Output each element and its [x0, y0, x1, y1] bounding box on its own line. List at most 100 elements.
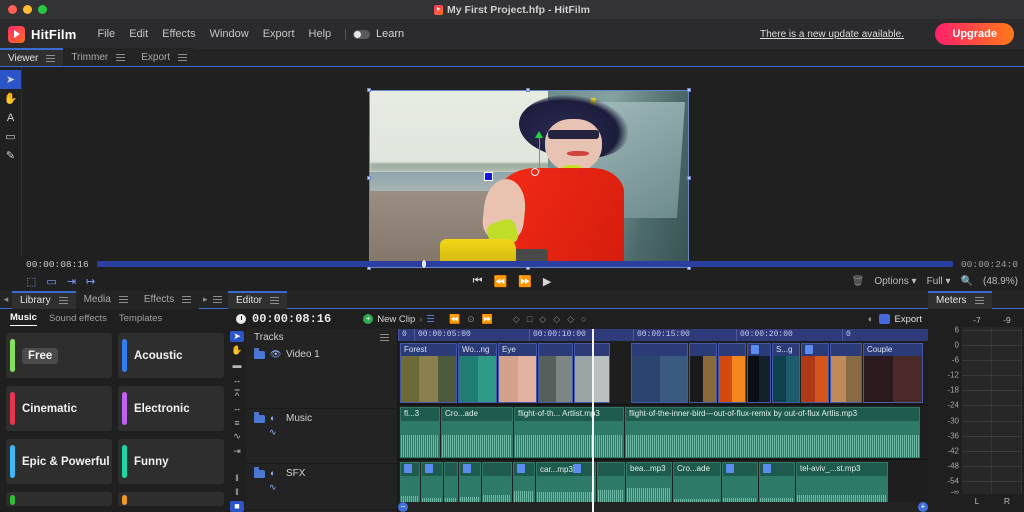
previous-edit-icon[interactable]: ⏪: [449, 314, 460, 325]
video-frame[interactable]: [367, 88, 691, 270]
resize-handle-middle-right[interactable]: [687, 176, 691, 180]
export-icon[interactable]: [878, 314, 890, 324]
tracks-menu-icon[interactable]: [380, 332, 389, 343]
panel-menu-icon[interactable]: [46, 53, 56, 64]
mixer-tool[interactable]: ‖: [230, 472, 244, 483]
menu-item-export[interactable]: Export: [256, 28, 302, 40]
update-available-link[interactable]: There is a new update available.: [760, 29, 904, 40]
audio-clip[interactable]: flight-of-th... Artlist.mp3: [514, 407, 624, 458]
library-card-epic-powerful[interactable]: Epic & Powerful: [6, 439, 112, 484]
export-label[interactable]: Export: [895, 314, 922, 325]
panel-menu-icon[interactable]: [178, 52, 188, 63]
video-clip[interactable]: [538, 343, 573, 403]
tab-library[interactable]: Library: [12, 290, 76, 309]
folder-icon[interactable]: [254, 348, 265, 359]
delete-icon[interactable]: 🗑: [852, 276, 865, 287]
tab-export[interactable]: Export: [133, 48, 196, 66]
next-edit-icon[interactable]: ⏩: [482, 314, 493, 325]
library-card-next-2[interactable]: [118, 492, 224, 506]
keyframe-prev-icon[interactable]: ◇: [539, 314, 546, 325]
track-select-tool[interactable]: ⇥: [230, 446, 244, 457]
audio-clip[interactable]: [722, 462, 758, 504]
timeline-track-music[interactable]: fl...3 Cro...ade flight-of-th... Artlist…: [398, 405, 928, 460]
marker-tool[interactable]: ‖: [230, 486, 244, 497]
contrast-icon[interactable]: ◐: [868, 314, 874, 325]
resize-handle-top-right[interactable]: [687, 88, 691, 92]
ripple-trim-tool[interactable]: ↔: [230, 374, 244, 385]
panel-menu-icon[interactable]: [974, 295, 984, 306]
audio-clip[interactable]: [421, 462, 443, 504]
audio-clip[interactable]: flight-of-the-inner-bird---out-of-flux-r…: [625, 407, 920, 458]
video-clip[interactable]: Couple: [863, 343, 923, 403]
panel-menu-icon[interactable]: [116, 52, 126, 63]
timeline-track-video-1[interactable]: Forest Wo...ng Eye S...g Couple: [398, 341, 928, 405]
eye-icon[interactable]: 👁: [270, 350, 281, 359]
marker-icon[interactable]: □: [527, 314, 532, 324]
razor-tool[interactable]: ▬: [230, 360, 244, 371]
subtab-templates[interactable]: Templates: [119, 313, 162, 326]
menu-item-effects[interactable]: Effects: [155, 28, 202, 40]
resize-handle-middle-left[interactable]: [367, 176, 371, 180]
pen-tool[interactable]: ✎: [0, 146, 21, 165]
panel-menu-icon[interactable]: [118, 294, 128, 305]
audio-icon[interactable]: ◐: [270, 414, 281, 423]
snapshot-icon[interactable]: ○: [581, 314, 586, 324]
video-clip[interactable]: [830, 343, 862, 403]
tab-media[interactable]: Media: [75, 290, 136, 309]
viewer-playhead[interactable]: [422, 260, 427, 268]
new-clip-button[interactable]: + New Clip › ☰: [363, 314, 435, 325]
library-card-electronic[interactable]: Electronic: [118, 386, 224, 431]
panel-menu-icon[interactable]: [58, 295, 68, 306]
resize-handle-top-left[interactable]: [367, 88, 371, 92]
transform-x-axis-handle[interactable]: [541, 169, 587, 176]
timeline-track-sfx[interactable]: car...mp3 bea...mp3 Cro...ade tel-aviv_.…: [398, 460, 928, 506]
library-card-cinematic[interactable]: Cinematic: [6, 386, 112, 431]
library-card-free[interactable]: Free: [6, 333, 112, 378]
audio-clip[interactable]: Cro...ade: [673, 462, 721, 504]
audio-clip[interactable]: Cro...ade: [441, 407, 513, 458]
options-dropdown[interactable]: Options ▾: [874, 276, 916, 287]
layers-icon[interactable]: ☰: [426, 314, 435, 325]
scroll-left-icon[interactable]: ◂: [0, 294, 12, 305]
audio-clip[interactable]: [459, 462, 481, 504]
menu-item-help[interactable]: Help: [302, 28, 339, 40]
hand-tool[interactable]: ✋: [230, 345, 244, 356]
panel-options-icon[interactable]: [213, 294, 223, 305]
upgrade-button[interactable]: Upgrade: [935, 23, 1014, 45]
keyframe-next-icon[interactable]: ◇: [553, 314, 560, 325]
editor-timecode[interactable]: 00:00:08:16: [252, 312, 331, 326]
video-clip[interactable]: [747, 343, 771, 403]
resize-handle-top-center[interactable]: [526, 88, 530, 92]
audio-clip[interactable]: [759, 462, 795, 504]
track-header-video-1[interactable]: 👁 Video 1: [246, 345, 397, 409]
slide-tool[interactable]: ↔: [230, 403, 244, 414]
video-clip[interactable]: [631, 343, 688, 403]
keyframe-graph-icon[interactable]: ∿: [269, 482, 281, 492]
timeline-area[interactable]: 0 00:00:05:00 00:00:10:00 00:00:15:00 00…: [398, 329, 928, 512]
menu-item-edit[interactable]: Edit: [122, 28, 155, 40]
audio-clip[interactable]: [482, 462, 512, 504]
folder-icon[interactable]: [254, 467, 265, 478]
library-card-acoustic[interactable]: Acoustic: [118, 333, 224, 378]
zoom-icon[interactable]: 🔍: [961, 276, 973, 287]
video-clip[interactable]: Forest: [400, 343, 457, 403]
view-options-tool[interactable]: ■: [230, 500, 244, 512]
menu-item-file[interactable]: File: [90, 28, 122, 40]
folder-icon[interactable]: [254, 412, 265, 423]
subtab-sound-effects[interactable]: Sound effects: [49, 313, 107, 326]
video-clip[interactable]: [689, 343, 717, 403]
audio-clip[interactable]: fl...3: [400, 407, 440, 458]
text-tool[interactable]: A: [0, 108, 21, 127]
video-clip[interactable]: [718, 343, 746, 403]
play-button[interactable]: ▶: [543, 275, 551, 288]
chevron-right-icon[interactable]: ›: [419, 314, 422, 325]
audio-clip[interactable]: car...mp3: [536, 462, 596, 504]
panel-menu-icon[interactable]: [270, 295, 280, 306]
learn-toggle[interactable]: Learn: [353, 28, 404, 40]
toggle-switch-icon[interactable]: [353, 29, 370, 39]
audio-clip[interactable]: [444, 462, 458, 504]
audio-clip[interactable]: tel-aviv_...st.mp3: [796, 462, 888, 504]
tab-meters[interactable]: Meters: [928, 290, 992, 309]
audio-clip[interactable]: bea...mp3: [626, 462, 672, 504]
rate-stretch-tool[interactable]: ≡: [230, 417, 244, 428]
